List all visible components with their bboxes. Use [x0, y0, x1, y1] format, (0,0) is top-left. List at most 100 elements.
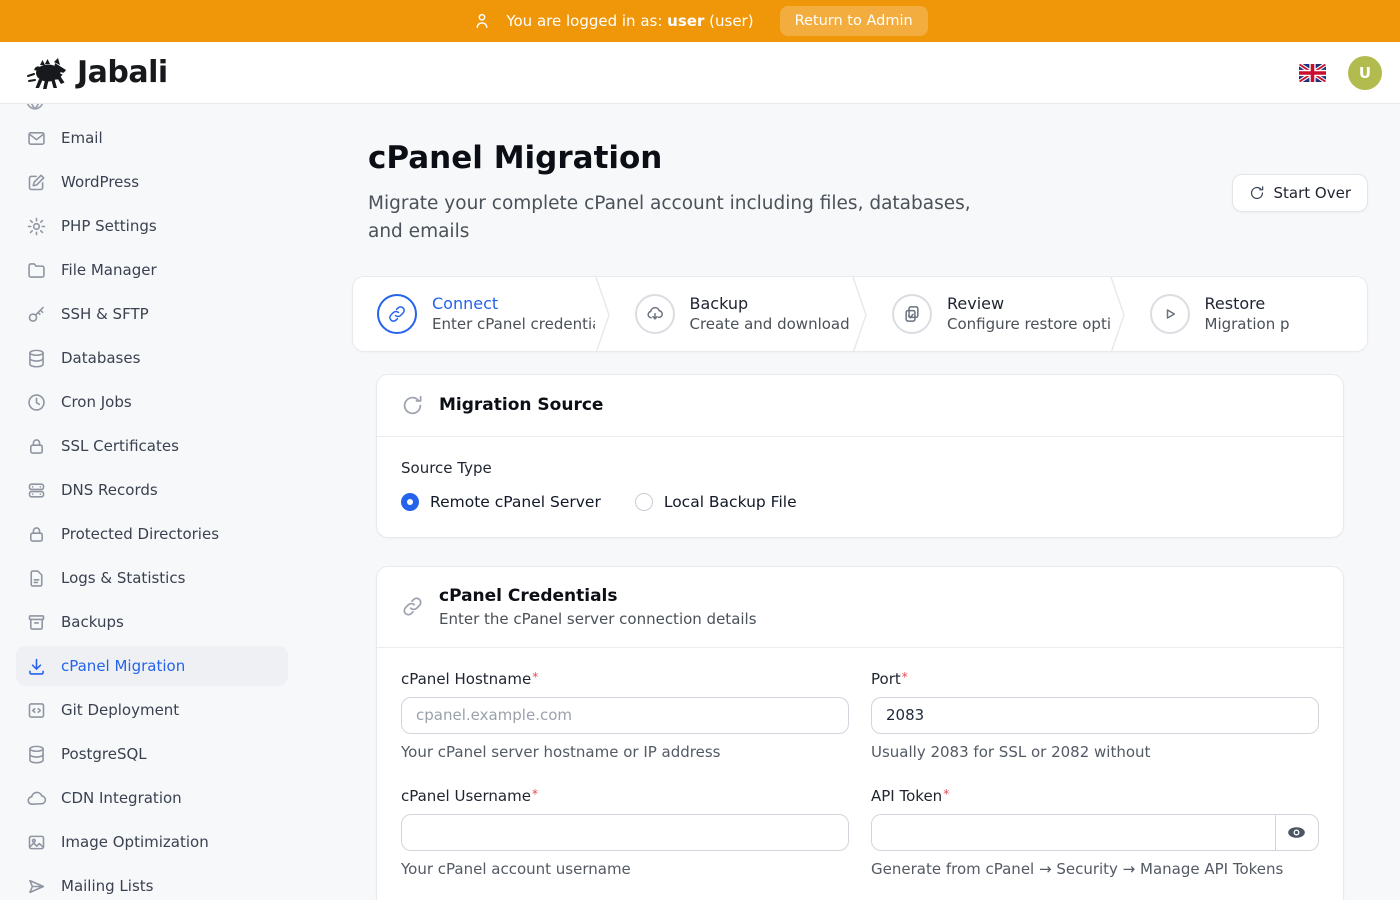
start-over-button[interactable]: Start Over — [1232, 174, 1369, 212]
sidebar-item-wordpress[interactable]: WordPress — [16, 162, 288, 202]
step-separator — [852, 277, 868, 351]
step-restore[interactable]: Restore Migration p — [1126, 277, 1368, 351]
logged-in-role: (user) — [709, 12, 753, 30]
archive-icon — [26, 612, 47, 633]
username-input[interactable] — [401, 814, 849, 851]
step-separator — [595, 277, 611, 351]
gear-icon — [26, 216, 47, 237]
sidebar-item-databases[interactable]: Databases — [16, 338, 288, 378]
step-title: Review — [947, 294, 1110, 313]
admin-impersonation-bar: You are logged in as: user (user) Return… — [0, 0, 1400, 42]
clock-icon — [26, 392, 47, 413]
sidebar-item-label: Image Optimization — [61, 833, 209, 851]
eye-icon — [1286, 822, 1307, 843]
sidebar-item-label: File Manager — [61, 261, 157, 279]
main-content: cPanel Migration Migrate your complete c… — [304, 0, 1400, 900]
cpanel-credentials-card: cPanel Credentials Enter the cPanel serv… — [376, 566, 1344, 900]
sidebar-item-git-deployment[interactable]: Git Deployment — [16, 690, 288, 730]
person-icon — [472, 11, 492, 31]
sidebar-item-label: WordPress — [61, 173, 139, 191]
radio-local-backup-file[interactable]: Local Backup File — [635, 493, 797, 511]
sidebar-item-logs-statistics[interactable]: Logs & Statistics — [16, 558, 288, 598]
cloud-download-icon — [645, 304, 665, 324]
migration-stepper: Connect Enter cPanel credentials Backup Cre… — [352, 276, 1368, 352]
logged-in-message: You are logged in as: user (user) — [506, 12, 753, 30]
hostname-input[interactable] — [401, 697, 849, 734]
port-field: Port* Usually 2083 for SSL or 2082 witho… — [871, 670, 1319, 761]
file-text-icon — [26, 568, 47, 589]
radio-remote-cpanel-server[interactable]: Remote cPanel Server — [401, 493, 601, 511]
credentials-title: cPanel Credentials — [439, 586, 757, 606]
app-header: Jabali U — [0, 42, 1400, 104]
step-separator — [1110, 277, 1126, 351]
sidebar-item-backups[interactable]: Backups — [16, 602, 288, 642]
sidebar-item-file-manager[interactable]: File Manager — [16, 250, 288, 290]
sidebar-item-cdn-integration[interactable]: CDN Integration — [16, 778, 288, 818]
sidebar-item-label: PostgreSQL — [61, 745, 147, 763]
page-subtitle: Migrate your complete cPanel account inc… — [368, 190, 998, 246]
step-title: Connect — [432, 294, 595, 313]
step-description: Enter cPanel credentials — [432, 315, 595, 333]
key-icon — [26, 304, 47, 325]
cloud-icon — [26, 788, 47, 809]
sidebar-item-image-optimization[interactable]: Image Optimization — [16, 822, 288, 862]
step-description: Create and download backup — [690, 315, 853, 333]
step-description: Migration p — [1205, 315, 1290, 333]
copy-check-icon — [902, 304, 922, 324]
step-connect[interactable]: Connect Enter cPanel credentials — [353, 277, 595, 351]
port-label: Port* — [871, 670, 1319, 688]
sidebar-item-label: Logs & Statistics — [61, 569, 185, 587]
page-title: cPanel Migration — [368, 140, 998, 176]
username-label: cPanel Username* — [401, 787, 849, 805]
username-field: cPanel Username* Your cPanel account use… — [401, 787, 849, 878]
sidebar-item-php-settings[interactable]: PHP Settings — [16, 206, 288, 246]
port-input[interactable] — [871, 697, 1319, 734]
step-backup[interactable]: Backup Create and download backup — [611, 277, 853, 351]
sidebar-item-ssl-certificates[interactable]: SSL Certificates — [16, 426, 288, 466]
sidebar-item-label: SSH & SFTP — [61, 305, 149, 323]
source-type-label: Source Type — [401, 459, 1319, 477]
sidebar-item-cron-jobs[interactable]: Cron Jobs — [16, 382, 288, 422]
download-icon — [26, 656, 47, 677]
sidebar-item-mailing-lists[interactable]: Mailing Lists — [16, 866, 288, 900]
sidebar-item-label: CDN Integration — [61, 789, 182, 807]
step-circle — [635, 294, 675, 334]
api-token-field: API Token* Generate from cPanel → Securi… — [871, 787, 1319, 878]
sidebar-item-label: Email — [61, 129, 103, 147]
step-circle — [1150, 294, 1190, 334]
sidebar-item-label: Backups — [61, 613, 124, 631]
sidebar-item-protected-directories[interactable]: Protected Directories — [16, 514, 288, 554]
hostname-label: cPanel Hostname* — [401, 670, 849, 688]
step-title: Backup — [690, 294, 853, 313]
folder-icon — [26, 260, 47, 281]
sidebar-item-cpanel-migration[interactable]: cPanel Migration — [16, 646, 288, 686]
user-avatar[interactable]: U — [1348, 56, 1382, 90]
uk-flag-icon[interactable] — [1299, 64, 1326, 82]
toggle-token-visibility-button[interactable] — [1275, 814, 1319, 851]
lock-icon — [26, 524, 47, 545]
sidebar-item-label: PHP Settings — [61, 217, 157, 235]
hostname-helper: Your cPanel server hostname or IP addres… — [401, 743, 849, 761]
api-token-input[interactable] — [871, 814, 1275, 851]
credentials-subtitle: Enter the cPanel server connection detai… — [439, 610, 757, 628]
sidebar-item-label: Databases — [61, 349, 140, 367]
brand-logo[interactable]: Jabali — [26, 55, 168, 91]
step-title: Restore — [1205, 294, 1290, 313]
server-icon — [26, 480, 47, 501]
sidebar-item-dns-records[interactable]: DNS Records — [16, 470, 288, 510]
sidebar-item-ssh-sftp[interactable]: SSH & SFTP — [16, 294, 288, 334]
port-helper: Usually 2083 for SSL or 2082 without — [871, 743, 1319, 761]
sidebar-item-postgresql[interactable]: PostgreSQL — [16, 734, 288, 774]
step-circle — [377, 294, 417, 334]
link-icon — [401, 595, 424, 618]
sidebar-item-email[interactable]: Email — [16, 118, 288, 158]
step-review[interactable]: ReviewConfigure restore options — [868, 277, 1110, 351]
mail-icon — [26, 128, 47, 149]
boar-icon — [26, 55, 68, 91]
api-token-label: API Token* — [871, 787, 1319, 805]
sidebar-item-label: Cron Jobs — [61, 393, 132, 411]
return-to-admin-button[interactable]: Return to Admin — [780, 6, 928, 36]
radio-unselected-icon — [635, 493, 653, 511]
refresh-icon — [401, 394, 424, 417]
migration-source-card: Migration Source Source Type Remote cPan… — [376, 374, 1344, 538]
